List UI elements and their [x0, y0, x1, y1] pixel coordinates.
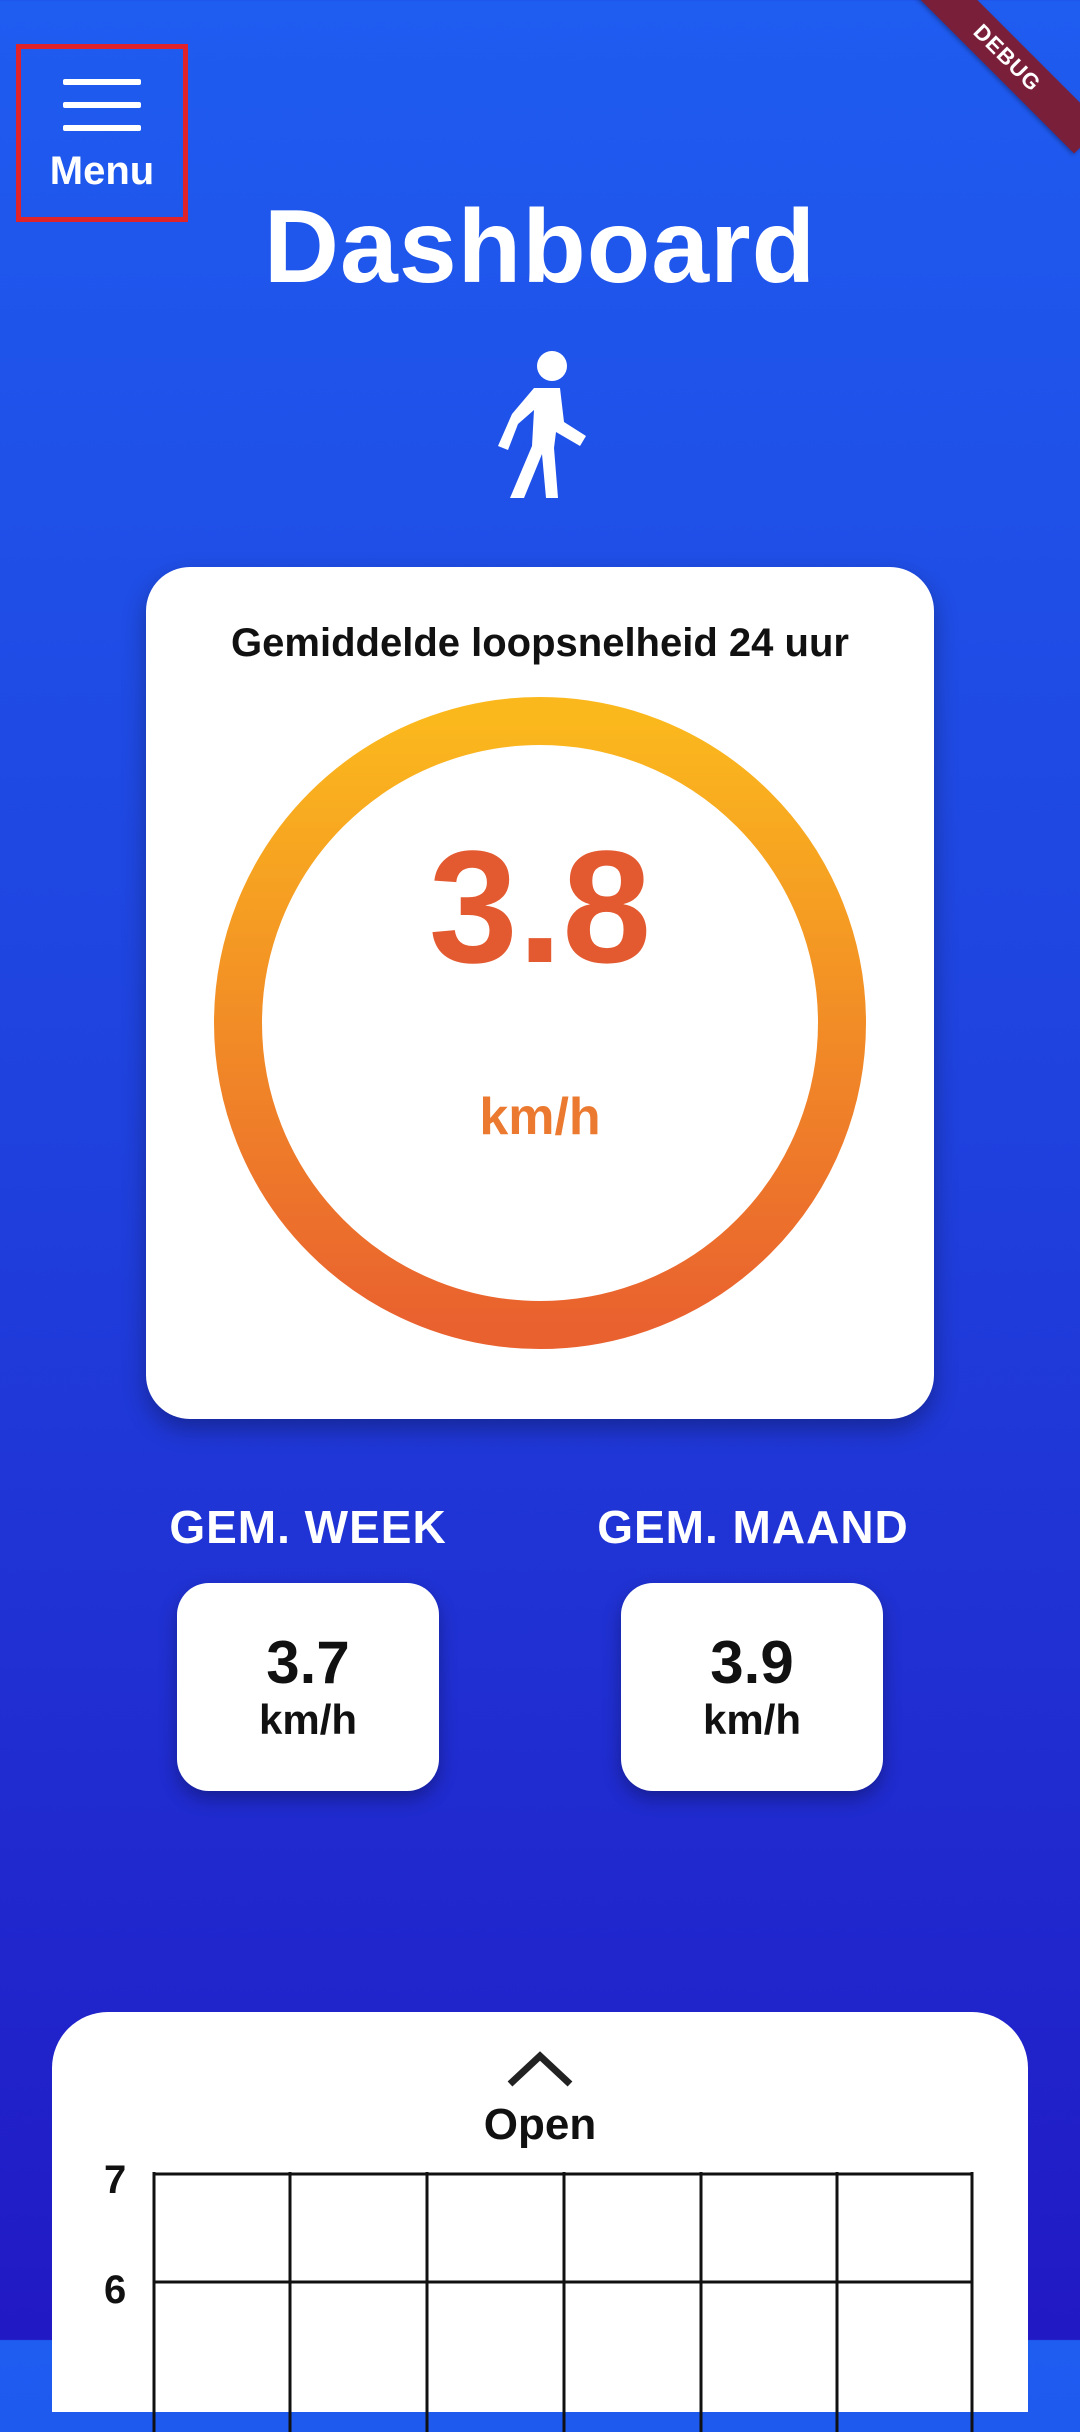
- month-average-value: 3.9: [710, 1629, 794, 1696]
- speed-unit: km/h: [479, 1088, 601, 1146]
- speed-gauge-ring: [214, 697, 866, 1349]
- speed-value: 3.8: [428, 817, 652, 996]
- y-axis-tick: 7: [104, 2158, 127, 2202]
- month-average-box: 3.9 km/h: [621, 1583, 883, 1791]
- week-average-box: 3.7 km/h: [177, 1583, 439, 1791]
- page-title: Dashboard: [263, 189, 817, 305]
- week-average-label: GEM. WEEK: [169, 1501, 447, 1553]
- month-average-unit: km/h: [702, 1696, 802, 1743]
- open-panel-label[interactable]: Open: [52, 2100, 1028, 2150]
- history-panel[interactable]: Open 7 6: [52, 2012, 1028, 2432]
- debug-banner: DEBUG: [911, 0, 1080, 154]
- history-chart-grid: [152, 2172, 974, 2432]
- walking-person-icon: [498, 351, 586, 498]
- speed-card-title: Gemiddelde loopsnelheid 24 uur: [231, 621, 849, 665]
- week-average-value: 3.7: [266, 1629, 350, 1696]
- hamburger-icon: [63, 79, 141, 131]
- chevron-up-icon[interactable]: [504, 2048, 576, 2088]
- y-axis-tick: 6: [104, 2268, 127, 2312]
- week-average-unit: km/h: [258, 1696, 358, 1743]
- month-average-label: GEM. MAAND: [597, 1501, 909, 1553]
- speed-card: Gemiddelde loopsnelheid 24 uur 3.8 km/h: [146, 567, 934, 1419]
